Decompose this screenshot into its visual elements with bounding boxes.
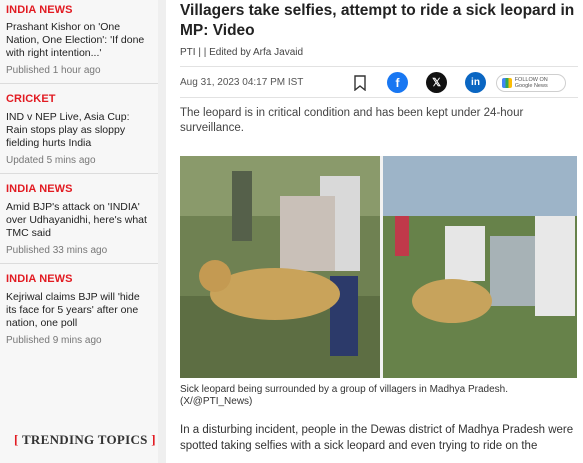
- story-title[interactable]: IND v NEP Live, Asia Cup: Rain stops pla…: [6, 111, 152, 150]
- photo-caption: Sick leopard being surrounded by a group…: [180, 384, 508, 407]
- article: Villagers take selfies, attempt to ride …: [180, 0, 578, 136]
- sidebar: INDIA NEWS Prashant Kishor on 'One Natio…: [0, 0, 158, 463]
- story-category[interactable]: INDIA NEWS: [6, 4, 152, 16]
- sidebar-story-2[interactable]: CRICKET IND v NEP Live, Asia Cup: Rain s…: [0, 84, 158, 166]
- bookmark-icon[interactable]: [354, 74, 368, 92]
- story-title[interactable]: Kejriwal claims BJP will 'hide its face …: [6, 291, 152, 330]
- facebook-icon[interactable]: f: [387, 72, 408, 93]
- article-headline: Villagers take selfies, attempt to ride …: [180, 2, 575, 39]
- sidebar-story-4[interactable]: INDIA NEWS Kejriwal claims BJP will 'hid…: [0, 264, 158, 346]
- story-timestamp: Published 33 mins ago: [6, 245, 108, 256]
- story-timestamp: Updated 5 mins ago: [6, 155, 96, 166]
- article-byline: PTI | | Edited by Arfa Javaid: [180, 47, 304, 58]
- publish-date: Aug 31, 2023 04:17 PM IST: [180, 76, 304, 88]
- share-bar: f 𝕏 in FOLLOW ON Google News: [354, 72, 566, 93]
- story-category[interactable]: INDIA NEWS: [6, 273, 152, 285]
- google-news-label: FOLLOW ON Google News: [514, 76, 548, 89]
- article-photo: [180, 156, 577, 378]
- story-category[interactable]: INDIA NEWS: [6, 183, 152, 195]
- google-news-icon: [502, 77, 512, 88]
- story-title[interactable]: Prashant Kishor on 'One Nation, One Elec…: [6, 21, 152, 60]
- x-icon[interactable]: 𝕏: [426, 72, 447, 93]
- sidebar-story-1[interactable]: INDIA NEWS Prashant Kishor on 'One Natio…: [0, 0, 158, 76]
- column-gutter: [158, 0, 166, 463]
- article-body: In a disturbing incident, people in the …: [180, 424, 574, 452]
- divider: [180, 97, 578, 98]
- article-summary: The leopard is in critical condition and…: [180, 107, 524, 134]
- sidebar-story-3[interactable]: INDIA NEWS Amid BJP's attack on 'INDIA' …: [0, 174, 158, 256]
- linkedin-icon[interactable]: in: [465, 72, 486, 93]
- story-title[interactable]: Amid BJP's attack on 'INDIA' over Udhaya…: [6, 201, 152, 240]
- google-news-follow-button[interactable]: FOLLOW ON Google News: [496, 73, 566, 92]
- story-timestamp: Published 1 hour ago: [6, 65, 101, 76]
- trending-topics-heading: [ TRENDING TOPICS ]: [14, 432, 156, 447]
- story-timestamp: Published 9 mins ago: [6, 335, 102, 346]
- dateline-bar: Aug 31, 2023 04:17 PM IST f 𝕏 in FOLLOW …: [180, 67, 578, 97]
- story-category[interactable]: CRICKET: [6, 93, 152, 105]
